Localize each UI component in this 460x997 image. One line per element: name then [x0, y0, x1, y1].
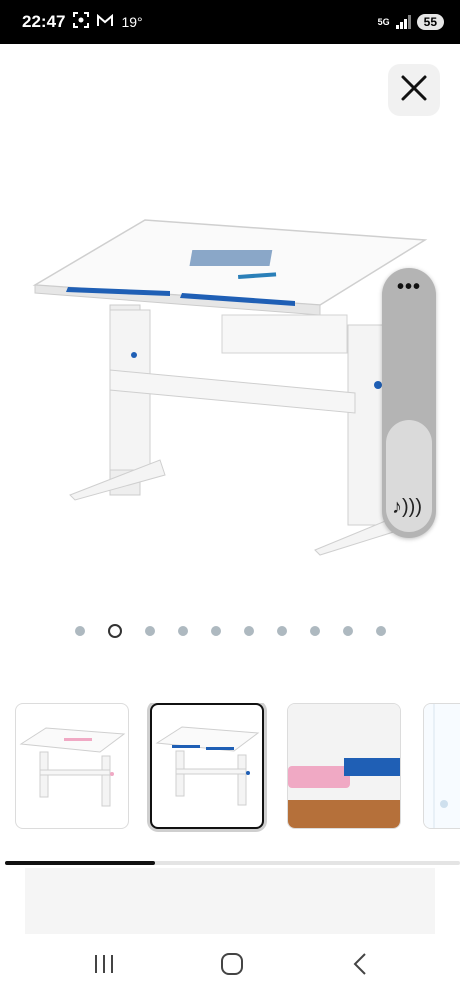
gmail-icon — [97, 13, 114, 31]
system-nav-bar — [0, 937, 460, 997]
recent-apps-button[interactable] — [84, 951, 124, 981]
pagination-dot[interactable] — [376, 626, 386, 636]
more-dots-icon[interactable]: ••• — [382, 276, 436, 299]
pagination-dot-active[interactable] — [108, 624, 122, 638]
thumbnail-desk-pink[interactable] — [15, 703, 129, 829]
product-image[interactable] — [30, 195, 430, 565]
back-button[interactable] — [340, 951, 380, 981]
signal-icon — [395, 15, 411, 29]
close-icon — [400, 74, 428, 107]
pagination-dot[interactable] — [310, 626, 320, 636]
thumbnail-scrollbar-thumb[interactable] — [5, 861, 156, 865]
floating-side-panel[interactable]: ••• ♪))) — [382, 268, 436, 538]
back-icon — [352, 952, 368, 981]
image-pagination-dots — [75, 624, 386, 638]
status-left: 22:47 19° — [22, 12, 143, 32]
pagination-dot[interactable] — [75, 626, 85, 636]
recent-apps-icon — [93, 954, 115, 979]
thumbnail-scrollbar[interactable] — [5, 861, 460, 865]
music-note-icon[interactable]: ♪))) — [392, 496, 422, 519]
pagination-dot[interactable] — [244, 626, 254, 636]
status-temperature: 19° — [121, 14, 143, 30]
thumbnail-pen-ledge-closeup[interactable] — [287, 703, 401, 829]
pagination-dot[interactable] — [211, 626, 221, 636]
network-type: 5G — [377, 16, 390, 27]
thumbnail-desk-blue[interactable] — [150, 703, 264, 829]
pagination-dot[interactable] — [277, 626, 287, 636]
status-time: 22:47 — [22, 12, 66, 31]
battery-badge: 55 — [416, 14, 444, 30]
status-bar: 22:47 19° 5G 55 — [0, 0, 460, 44]
pagination-dot[interactable] — [343, 626, 353, 636]
home-icon — [220, 952, 244, 981]
home-button[interactable] — [212, 951, 252, 981]
screenshot-icon — [73, 12, 90, 32]
thumbnail-strip — [15, 703, 460, 833]
pagination-dot[interactable] — [178, 626, 188, 636]
status-right: 5G 55 — [378, 14, 444, 30]
pagination-dot[interactable] — [145, 626, 155, 636]
close-button[interactable] — [388, 64, 440, 116]
content-placeholder — [25, 868, 435, 934]
thumbnail-partial[interactable] — [423, 703, 460, 829]
